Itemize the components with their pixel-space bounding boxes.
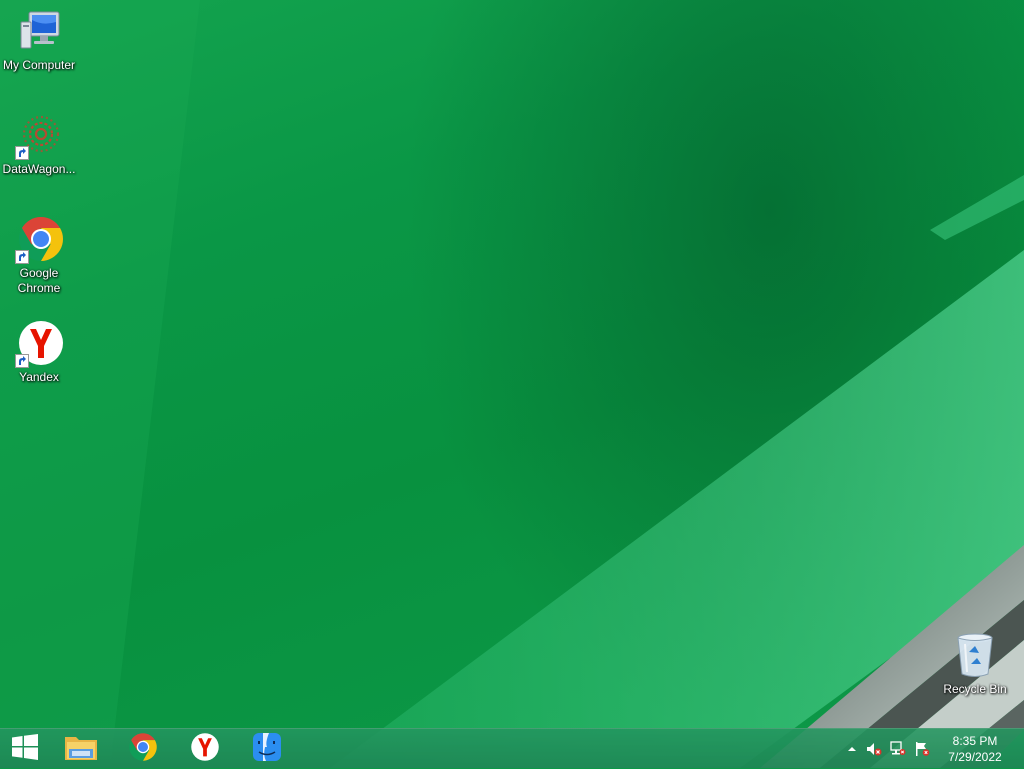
network-error-icon[interactable] (890, 741, 906, 757)
shortcut-arrow-icon (15, 354, 29, 368)
desktop-icon-yandex[interactable]: Yandex (0, 320, 79, 385)
desktop-icon-label: Google Chrome (17, 266, 61, 295)
taskbar-chrome-button[interactable] (116, 729, 170, 769)
datawagon-icon (15, 112, 63, 160)
desktop-wallpaper (0, 0, 1024, 768)
desktop-icon-label: Recycle Bin (943, 682, 1007, 696)
desktop-icon-my-computer[interactable]: My Computer (0, 8, 79, 73)
start-button[interactable] (0, 729, 50, 769)
system-tray: 8:35 PM 7/29/2022 (844, 729, 1024, 769)
yandex-icon (15, 320, 63, 368)
clock-date: 7/29/2022 (948, 750, 1002, 764)
taskbar-yandex-button[interactable] (178, 729, 232, 769)
desktop-icon-label: DataWagon... (2, 162, 76, 176)
shortcut-arrow-icon (15, 250, 29, 264)
action-center-flag-icon[interactable] (914, 741, 930, 757)
chevron-up-icon[interactable] (844, 741, 860, 757)
chrome-icon (128, 732, 158, 767)
desktop-icon-datawagon[interactable]: DataWagon... (0, 112, 79, 177)
taskbar-clock[interactable]: 8:35 PM 7/29/2022 (940, 733, 1010, 765)
computer-icon (15, 8, 63, 56)
taskbar: 8:35 PM 7/29/2022 (0, 728, 1024, 768)
yandex-icon (190, 732, 220, 767)
desktop-icon-label: Yandex (19, 370, 59, 384)
finder-icon (253, 732, 281, 766)
file-explorer-icon (64, 732, 98, 767)
desktop-icon-google-chrome[interactable]: Google Chrome (0, 216, 79, 296)
clock-time: 8:35 PM (952, 734, 998, 748)
volume-muted-icon[interactable] (866, 741, 882, 757)
desktop-icon-recycle-bin[interactable]: Recycle Bin (935, 632, 1015, 697)
windows-logo-icon (12, 733, 38, 765)
taskbar-file-explorer-button[interactable] (54, 729, 108, 769)
desktop-icon-label: My Computer (2, 58, 76, 72)
recycle-bin-icon (951, 632, 999, 680)
taskbar-finder-button[interactable] (240, 729, 294, 769)
chrome-icon (15, 216, 63, 264)
shortcut-arrow-icon (15, 146, 29, 160)
